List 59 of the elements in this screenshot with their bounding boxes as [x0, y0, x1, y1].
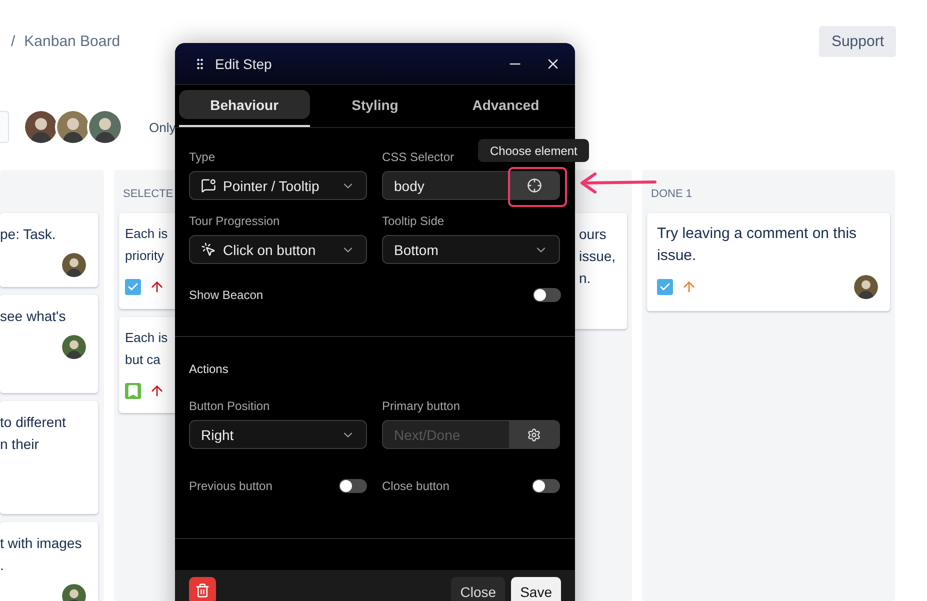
- avatar: [55, 109, 91, 145]
- search-field[interactable]: [0, 111, 9, 143]
- toggle-label: Previous button: [189, 479, 272, 493]
- gear-icon: [527, 428, 541, 442]
- tooltip: Choose element: [478, 139, 590, 162]
- side-select[interactable]: Bottom: [382, 235, 560, 264]
- close-button[interactable]: Close: [451, 577, 506, 601]
- field-label: Button Position: [189, 399, 270, 413]
- card-text: see what's: [0, 307, 66, 326]
- avatar: [23, 109, 59, 145]
- field-label: Primary button: [382, 399, 460, 413]
- toggle-switch[interactable]: [339, 479, 367, 493]
- toggle-label: Close button: [382, 479, 450, 493]
- tab[interactable]: Styling: [310, 90, 440, 127]
- card-text: Each is but ca: [125, 329, 168, 369]
- breadcrumb-link[interactable]: Kanban Board: [24, 32, 120, 50]
- progression-select[interactable]: Click on button: [189, 235, 367, 264]
- toggle-label: Show Beacon: [189, 288, 264, 302]
- issue-card[interactable]: to different n their: [0, 401, 98, 514]
- avatar: [87, 109, 123, 145]
- choose-element-button[interactable]: [509, 172, 559, 199]
- card-text: pe: Task.: [0, 225, 56, 244]
- tab[interactable]: Advanced: [440, 90, 572, 127]
- primary-button-input[interactable]: Next/Done: [383, 421, 509, 448]
- settings-button[interactable]: [509, 421, 559, 448]
- column-title: SELECTE: [123, 188, 174, 200]
- speech-bubble-icon: [201, 178, 216, 193]
- crosshair-icon: [526, 178, 542, 193]
- primary-button-field[interactable]: Next/Done: [382, 420, 560, 449]
- column-title: DONE 1: [651, 188, 692, 200]
- field-label: Tooltip Side: [382, 214, 444, 228]
- dialog-title: Edit Step: [215, 56, 273, 72]
- field-label: Type: [189, 150, 216, 164]
- type-select[interactable]: Pointer / Tooltip: [189, 171, 367, 200]
- selector-field[interactable]: body: [382, 171, 560, 200]
- filter-link[interactable]: Only: [149, 120, 176, 134]
- issue-card[interactable]: see what's: [0, 295, 98, 393]
- section-heading: Actions: [189, 362, 228, 376]
- breadcrumb-separator: /: [11, 32, 16, 50]
- trash-icon: [195, 583, 210, 598]
- card-text: to different n their: [0, 413, 66, 454]
- card-text: Each is priority: [125, 225, 168, 265]
- issue-card[interactable]: pe: Task.: [0, 213, 98, 287]
- cursor-click-icon: [201, 242, 216, 257]
- support-button[interactable]: Support: [819, 26, 896, 56]
- highlight-frame: [508, 167, 567, 207]
- field-label: Tour Progression: [189, 214, 280, 228]
- issue-card[interactable]: t with images .: [0, 522, 98, 601]
- toggle-switch[interactable]: [533, 288, 561, 302]
- position-select[interactable]: Right: [189, 420, 367, 449]
- selector-input[interactable]: body: [383, 172, 509, 199]
- toggle-switch[interactable]: [532, 479, 560, 493]
- card-text: t with images .: [0, 534, 82, 575]
- card-text: ours issue, n.: [579, 225, 617, 288]
- card-text: Try leaving a comment on this issue.: [657, 224, 857, 266]
- issue-card[interactable]: Try leaving a comment on this issue.: [647, 213, 890, 311]
- field-label: CSS Selector: [382, 150, 454, 164]
- save-button[interactable]: Save: [511, 577, 561, 601]
- delete-button[interactable]: [189, 577, 216, 601]
